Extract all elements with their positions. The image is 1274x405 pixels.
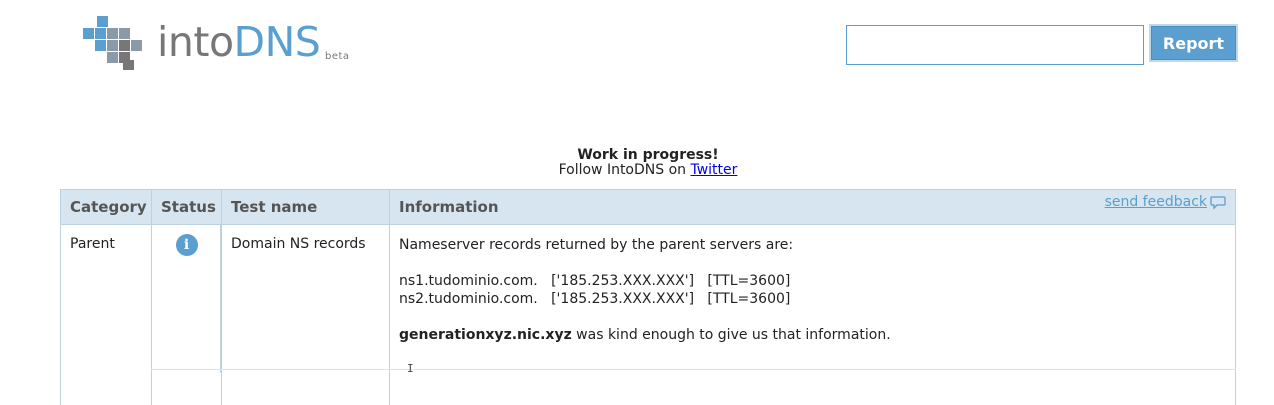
source-suffix: was kind enough to give us that informat… [571,327,891,343]
info-icon: i [175,234,198,256]
header-test-name: Test name [221,189,390,225]
header-status: Status [151,189,222,225]
logo-blocks-icon [83,16,142,70]
results-table: Category Status Test name Information se… [60,189,1236,405]
info-intro: Nameserver records returned by the paren… [399,237,794,253]
send-feedback-link[interactable]: send feedback [1105,194,1226,210]
logo-text-into: into [157,18,234,66]
notice-title: Work in progress! [577,147,719,163]
logo-text-dns: DNS [233,18,321,66]
row-status: i [151,224,222,405]
info-source-line: generationxyz.nic.xyz was kind enough to… [399,326,1226,344]
twitter-link[interactable]: Twitter [690,162,737,178]
notice-follow-line: Follow IntoDNS on Twitter [0,163,1274,178]
intodns-logo[interactable]: intoDNS beta [83,16,363,72]
report-button[interactable]: Report [1151,26,1236,60]
column-divider [220,225,221,373]
row-information: Nameserver records returned by the paren… [389,224,1236,405]
table-row: Parent i Domain NS records Nameserver re… [60,224,1236,405]
logo-beta-tag: beta [325,51,350,62]
header-information-label: Information [399,198,499,216]
header-category: Category [60,189,152,225]
work-in-progress-notice: Work in progress! Follow IntoDNS on Twit… [0,148,1274,178]
row-category: Parent [60,224,152,405]
row-test-name: Domain NS records [221,224,390,405]
logo-wordmark: intoDNS [157,18,321,66]
table-header-row: Category Status Test name Information se… [60,189,1236,225]
speech-bubble-icon [1210,195,1226,210]
send-feedback-label: send feedback [1104,194,1207,210]
source-server: generationxyz.nic.xyz [399,327,572,343]
ns-record-1: ns1.tudominio.com. ['185.253.XXX.XXX'] [… [399,273,791,289]
header-information: Information send feedback [389,189,1236,225]
text-cursor-icon: I [407,362,414,375]
notice-follow-text: Follow IntoDNS on [558,162,691,178]
ns-record-2: ns2.tudominio.com. ['185.253.XXX.XXX'] [… [399,291,791,307]
domain-search-input[interactable] [846,25,1144,65]
row-separator [151,369,1236,370]
